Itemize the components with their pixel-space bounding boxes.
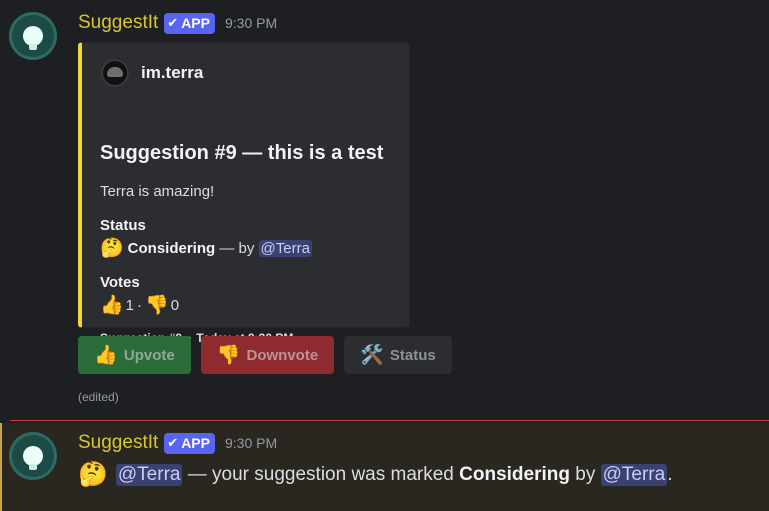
bot-username[interactable]: SuggestIt [78, 12, 158, 34]
user-mention[interactable]: @Terra [115, 464, 183, 486]
message-text: . [667, 464, 673, 485]
author-avatar [101, 59, 129, 87]
vote-separator: · [137, 297, 143, 314]
app-badge-label: APP [181, 15, 210, 31]
upvote-count: 1 [125, 297, 135, 314]
status-field-value: 🤔 Considering — by @Terra [100, 239, 312, 258]
embed-description: Terra is amazing! [100, 183, 215, 200]
votes-field-value: 👍 1 · 👎 0 [100, 296, 179, 315]
thinking-face-icon: 🤔 [78, 461, 108, 488]
status-value: Considering [459, 464, 570, 485]
downvote-button-label: Downvote [246, 346, 319, 364]
upvote-button-label: Upvote [123, 346, 175, 364]
thumbs-up-icon: 👍 [100, 295, 124, 316]
message-header: SuggestIt ✔ APP 9:30 PM [78, 12, 277, 34]
lightbulb-icon [23, 446, 43, 470]
status-field-label: Status [100, 217, 146, 234]
status-value: Considering [127, 240, 216, 257]
thumbs-up-icon: 👍 [94, 344, 118, 366]
bot-avatar[interactable] [9, 432, 57, 480]
app-badge: ✔ APP [164, 432, 215, 454]
checkmark-icon: ✔ [167, 15, 179, 30]
downvote-count: 0 [170, 297, 180, 314]
user-mention[interactable]: @Terra [258, 240, 312, 257]
thinking-face-icon: 🤔 [100, 238, 124, 259]
thumbs-down-icon: 👎 [216, 344, 241, 366]
message-text: — your suggestion was marked [182, 464, 460, 485]
status-by-text: — by [215, 240, 259, 257]
timestamp[interactable]: 9:30 PM [225, 435, 277, 451]
embed-author: im.terra [101, 59, 203, 87]
bot-username[interactable]: SuggestIt [78, 432, 158, 454]
status-button[interactable]: 🛠️ Status [344, 336, 452, 374]
upvote-button[interactable]: 👍 Upvote [78, 336, 191, 374]
author-name: im.terra [141, 63, 204, 82]
user-mention[interactable]: @Terra [600, 464, 668, 486]
downvote-button[interactable]: 👎 Downvote [201, 336, 334, 374]
app-badge: ✔ APP [164, 12, 215, 34]
message-body: 🤔 @Terra — your suggestion was marked Co… [78, 463, 672, 487]
embed-title: Suggestion #9 — this is a test [100, 142, 384, 164]
votes-field-label: Votes [100, 274, 140, 291]
edited-indicator: (edited) [78, 390, 119, 404]
checkmark-icon: ✔ [167, 435, 179, 450]
app-badge-label: APP [181, 435, 210, 451]
bot-avatar[interactable] [9, 12, 57, 60]
tools-icon: 🛠️ [360, 344, 384, 366]
timestamp[interactable]: 9:30 PM [225, 15, 277, 31]
lightbulb-icon [23, 26, 43, 50]
new-messages-divider [10, 420, 769, 421]
suggestion-embed: im.terra Suggestion #9 — this is a test … [78, 42, 410, 345]
status-button-label: Status [389, 346, 436, 364]
message-header: SuggestIt ✔ APP 9:30 PM [78, 432, 277, 454]
message-text: by [570, 464, 601, 485]
thumbs-down-icon: 👎 [145, 295, 169, 316]
